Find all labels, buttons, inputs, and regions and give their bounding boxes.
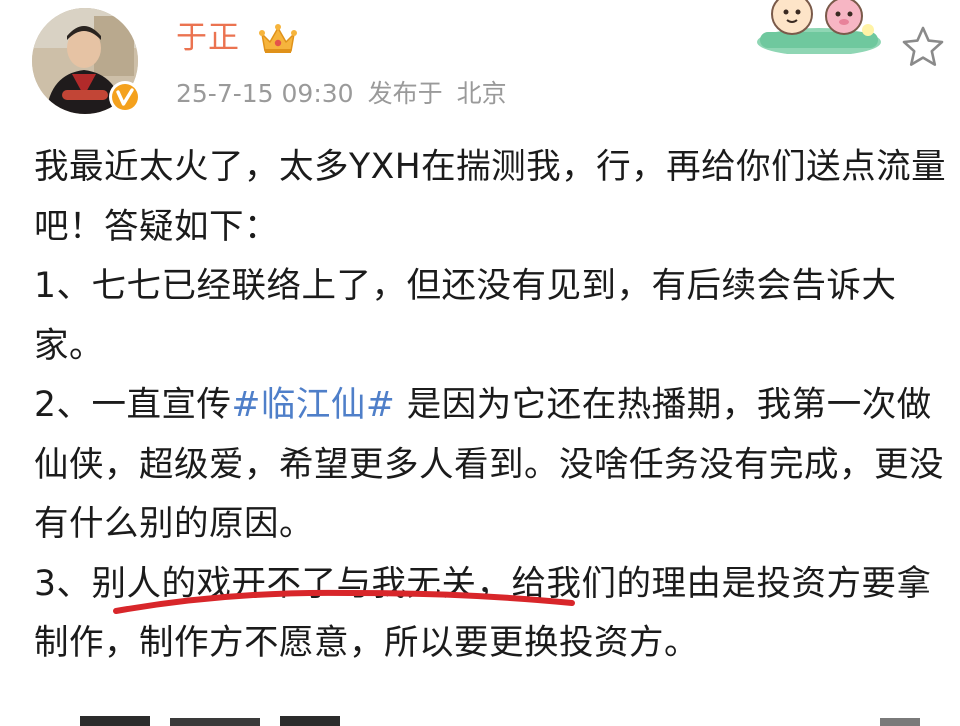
publish-label: 发布于	[367, 79, 443, 108]
answer-item-3-prefix: 3、	[34, 563, 92, 604]
answer-item-2: 2、一直宣传#临江仙# 是因为它还在热播期，我第一次做仙侠，超级爱，希望更多人看…	[34, 376, 949, 555]
author-name[interactable]: 于正	[176, 18, 240, 58]
post-timestamp: 25-7-15 09:30	[176, 79, 354, 108]
underlined-phrase: 别人的戏开不了与我无关	[91, 563, 477, 604]
decorative-sticker-image	[757, 0, 881, 54]
weibo-post: 于正 25-7-15 09:30 发布于 北京 我最近太火了，太多YXH在揣测我，行…	[0, 0, 960, 726]
answer-item-2-before: 2、一直宣传	[34, 385, 232, 425]
post-body: 我最近太火了，太多YXH在揣测我，行，再给你们送点流量吧！答疑如下： 1、七七已…	[34, 138, 949, 674]
avatar[interactable]	[32, 8, 141, 114]
answer-item-1: 1、七七已经联络上了，但还没有见到，有后续会告诉大家。	[34, 266, 897, 366]
star-icon[interactable]	[900, 24, 946, 70]
answer-item-3: 3、别人的戏开不了与我无关，给我们的理由是投资方要拿制作，制作方不愿意，所以要更…	[34, 555, 949, 674]
hashtag-link[interactable]: #临江仙#	[231, 385, 395, 425]
post-intro: 我最近太火了，太多YXH在揣测我，行，再给你们送点流量吧！答疑如下：	[34, 147, 947, 247]
post-meta: 25-7-15 09:30 发布于 北京	[176, 76, 521, 112]
post-location: 北京	[456, 79, 507, 108]
cropped-content-edge	[80, 716, 920, 726]
verified-badge-icon	[109, 81, 141, 113]
crown-icon[interactable]	[258, 22, 298, 56]
